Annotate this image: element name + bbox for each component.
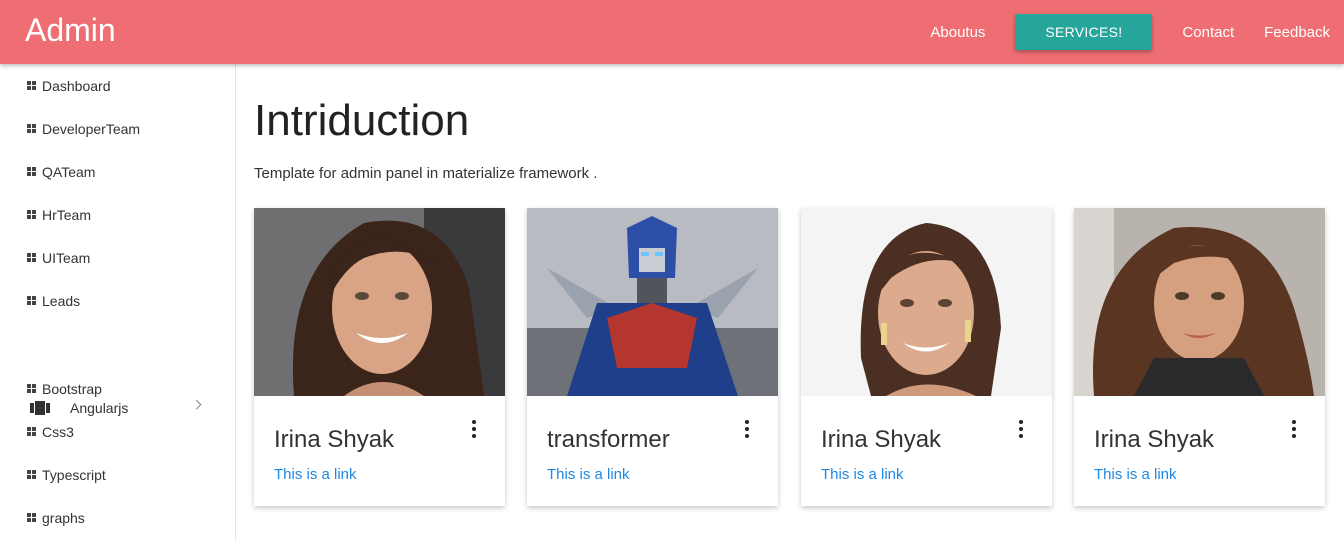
card-image[interactable]: [1074, 208, 1325, 396]
dashboard-icon: [27, 384, 37, 394]
dashboard-icon: [27, 296, 37, 306]
sidebar-item-label: Typescript: [42, 467, 106, 483]
brand-logo[interactable]: Admin: [25, 12, 116, 49]
card: Irina Shyak This is a link: [254, 208, 505, 506]
sidebar-item-label: Bootstrap: [42, 381, 102, 397]
card-link[interactable]: This is a link: [274, 466, 357, 483]
page-subtitle: Template for admin panel in materialize …: [254, 165, 598, 182]
card-title: Irina Shyak: [821, 426, 942, 453]
card-image[interactable]: [527, 208, 778, 396]
nav-link-contact[interactable]: Contact: [1182, 24, 1234, 41]
sidebar-item-label: graphs: [42, 510, 85, 526]
sidebar-item-uiteam[interactable]: UITeam: [27, 247, 227, 269]
card-title: Irina Shyak: [1094, 426, 1215, 453]
more-vert-icon[interactable]: [1291, 420, 1297, 438]
sidebar-item-label: Css3: [42, 424, 74, 440]
sidebar-item-label: DeveloperTeam: [42, 121, 141, 137]
card-link[interactable]: This is a link: [547, 466, 630, 483]
dashboard-icon: [27, 513, 37, 523]
sidebar-item-css3[interactable]: Css3: [27, 421, 227, 443]
sidebar-item-label: Leads: [42, 293, 81, 309]
dashboard-icon: [27, 427, 37, 437]
sidebar-item-label: Dashboard: [42, 78, 111, 94]
card-image[interactable]: [254, 208, 505, 396]
sidebar-item-label: HrTeam: [42, 207, 92, 223]
sidebar-item-bootstrap[interactable]: Bootstrap: [27, 378, 227, 400]
dashboard-icon: [27, 253, 37, 263]
services-button[interactable]: SERVICES!: [1015, 14, 1153, 50]
more-vert-icon[interactable]: [471, 420, 477, 438]
sidebar-item-dashboard[interactable]: Dashboard: [27, 75, 227, 97]
sidebar-item-developerteam[interactable]: DeveloperTeam: [27, 118, 227, 140]
dashboard-icon: [27, 81, 37, 91]
nav-link-aboutus[interactable]: Aboutus: [930, 24, 985, 41]
nav-link-feedback[interactable]: Feedback: [1264, 24, 1330, 41]
sidebar-item-label: QATeam: [42, 164, 96, 180]
sidebar-item-label: Angularjs: [70, 400, 129, 416]
card-title: Irina Shyak: [274, 426, 395, 453]
card: transformer This is a link: [527, 208, 778, 506]
nav-links: Aboutus SERVICES! Contact Feedback: [900, 0, 1330, 64]
more-vert-icon[interactable]: [1018, 420, 1024, 438]
card-image[interactable]: [801, 208, 1052, 396]
dashboard-icon: [27, 470, 37, 480]
sidebar-item-hrteam[interactable]: HrTeam: [27, 204, 227, 226]
dashboard-icon: [27, 167, 37, 177]
card-title: transformer: [547, 426, 670, 453]
page-title: Intriduction: [254, 96, 470, 145]
sidebar-item-leads[interactable]: Leads: [27, 290, 227, 312]
dashboard-icon: [27, 210, 37, 220]
card: Irina Shyak This is a link: [1074, 208, 1325, 506]
top-navbar: Admin Aboutus SERVICES! Contact Feedback: [0, 0, 1344, 64]
sidebar-item-typescript[interactable]: Typescript: [27, 464, 227, 486]
card-link[interactable]: This is a link: [821, 466, 904, 483]
sidebar-item-graphs[interactable]: graphs: [27, 507, 227, 529]
chevron-right-icon[interactable]: [191, 399, 202, 410]
card-link[interactable]: This is a link: [1094, 466, 1177, 483]
more-vert-icon[interactable]: [744, 420, 750, 438]
sidebar-item-qateam[interactable]: QATeam: [27, 161, 227, 183]
sidebar: Dashboard DeveloperTeam QATeam HrTeam UI…: [0, 64, 236, 540]
card: Irina Shyak This is a link: [801, 208, 1052, 506]
view-array-icon: [30, 401, 50, 415]
sidebar-item-label: UITeam: [42, 250, 91, 266]
dashboard-icon: [27, 124, 37, 134]
